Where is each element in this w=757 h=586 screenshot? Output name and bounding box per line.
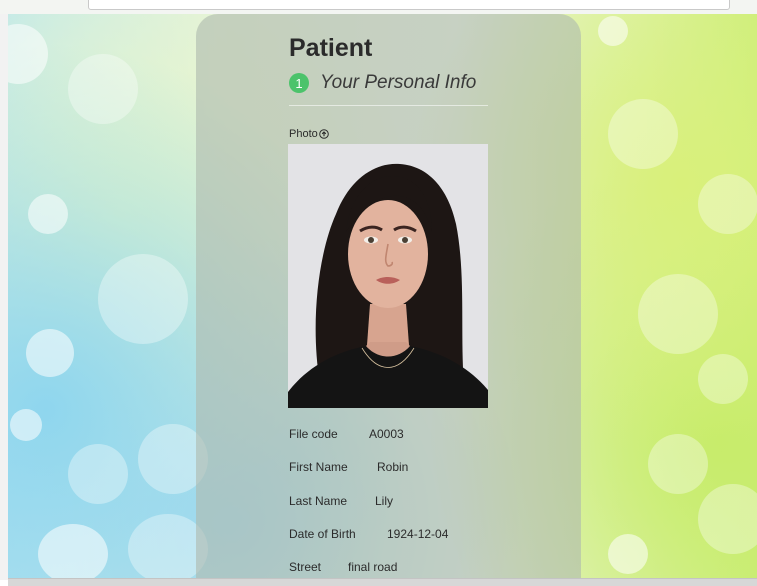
field-label: Last Name [289, 494, 348, 508]
field-last-name: Last Name Lily [289, 494, 393, 508]
upload-circle-icon[interactable] [318, 129, 329, 139]
field-label: Street [289, 560, 322, 574]
field-value: A0003 [369, 427, 404, 441]
field-first-name: First Name Robin [289, 460, 408, 474]
field-street: Street final road [289, 560, 397, 574]
page-title: Patient [289, 34, 373, 62]
step-number-badge: 1 [289, 73, 309, 93]
field-value: Robin [377, 460, 409, 474]
field-label: File code [289, 427, 338, 441]
step-label: Your Personal Info [320, 72, 477, 93]
field-value: Lily [375, 494, 394, 508]
field-value: final road [348, 560, 398, 574]
photo-label: Photo [289, 128, 318, 140]
field-file-code: File code A0003 [289, 427, 404, 441]
field-value: 1924-12-04 [387, 527, 449, 541]
browser-top-strip [0, 0, 757, 14]
step-header: 1 Your Personal Info [289, 72, 476, 94]
field-date-of-birth: Date of Birth 1924-12-04 [289, 527, 448, 541]
photo-label-row: Photo [289, 128, 329, 140]
field-label: First Name [289, 460, 348, 474]
left-border [0, 14, 8, 580]
patient-form-card: Patient 1 Your Personal Info Photo File … [196, 14, 581, 580]
patient-photo [288, 144, 488, 408]
divider [289, 105, 488, 106]
field-label: Date of Birth [289, 527, 356, 541]
address-bar[interactable] [88, 0, 730, 10]
